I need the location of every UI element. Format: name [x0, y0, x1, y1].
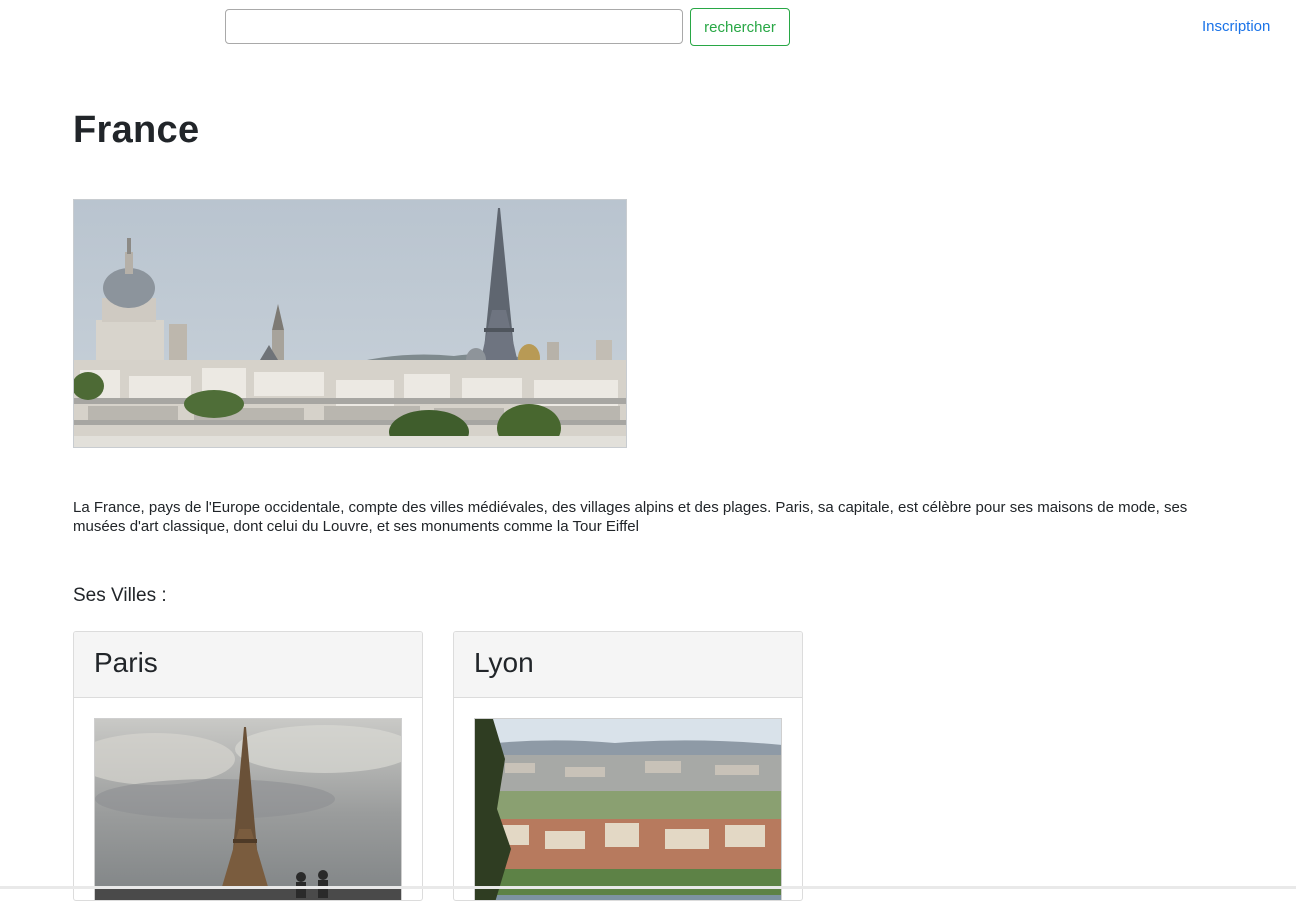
city-card-title[interactable]: Paris	[94, 646, 402, 680]
city-card-header: Lyon	[454, 632, 802, 698]
country-description: La France, pays de l'Europe occidentale,…	[73, 499, 1188, 535]
search-input[interactable]	[225, 9, 683, 44]
cities-heading: Ses Villes :	[73, 585, 167, 606]
city-card-header: Paris	[74, 632, 422, 698]
city-image-paris[interactable]	[94, 718, 402, 900]
city-card-lyon[interactable]: Lyon	[453, 631, 803, 901]
top-bar: rechercher Inscription	[0, 0, 1296, 60]
city-card-title[interactable]: Lyon	[474, 646, 782, 680]
search-button[interactable]: rechercher	[690, 8, 790, 46]
city-card-paris[interactable]: Paris	[73, 631, 423, 901]
page-title: France	[73, 109, 200, 151]
signup-link[interactable]: Inscription	[1202, 18, 1270, 35]
country-hero-image	[73, 199, 627, 448]
city-image-lyon[interactable]	[474, 718, 782, 900]
